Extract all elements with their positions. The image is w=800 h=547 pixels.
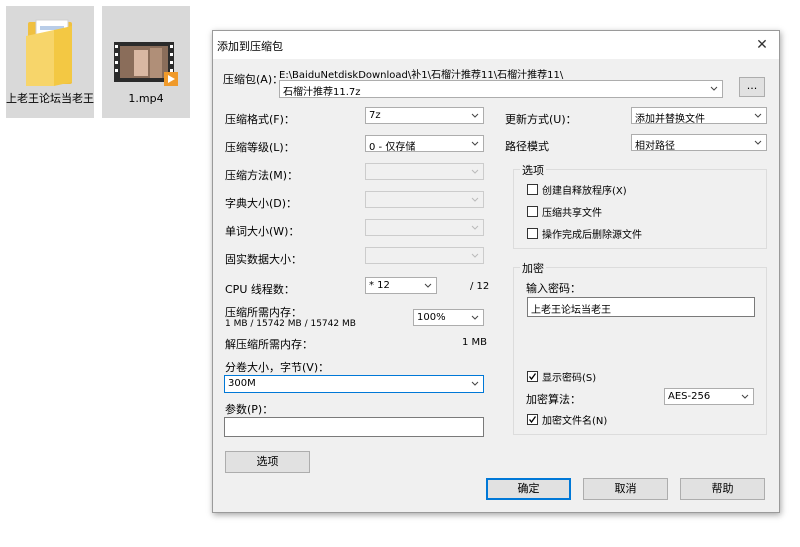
memory-usage-value: 100%	[417, 312, 446, 323]
desktop-folder-item[interactable]: 上老王论坛当老王	[6, 6, 94, 118]
folder-icon	[26, 19, 72, 86]
show-password-label: 显示密码(S)	[542, 373, 597, 384]
path-mode-label: 路径模式	[505, 140, 549, 153]
encryption-method-combo[interactable]: AES-256	[664, 388, 754, 405]
level-value: 0 - 仅存储	[369, 142, 416, 153]
dictionary-label: 字典大小(D)：	[225, 197, 298, 210]
encrypt-names-checkbox[interactable]	[527, 414, 538, 425]
password-input[interactable]: 上老王论坛当老王	[527, 297, 755, 317]
level-label: 压缩等级(L)：	[225, 141, 295, 154]
options-button[interactable]: 选项	[225, 451, 310, 473]
checkmark-icon	[528, 373, 537, 381]
show-password-checkbox[interactable]	[527, 371, 538, 382]
word-size-label: 单词大小(W)：	[225, 225, 300, 238]
chevron-down-icon	[708, 83, 720, 95]
update-mode-value: 添加并替换文件	[635, 114, 705, 125]
chevron-down-icon	[469, 166, 481, 178]
delete-after-label: 操作完成后删除源文件	[542, 230, 642, 241]
method-label: 压缩方法(M)：	[225, 169, 299, 182]
shared-files-label: 压缩共享文件	[542, 208, 602, 219]
chevron-down-icon	[469, 312, 481, 324]
help-button[interactable]: 帮助	[680, 478, 765, 500]
format-value: 7z	[369, 110, 381, 121]
title-bar: 添加到压缩包 ✕	[213, 31, 779, 59]
chevron-down-icon	[752, 110, 764, 122]
parameters-label: 参数(P)：	[225, 403, 274, 416]
desktop-video-item[interactable]: 1.mp4	[102, 6, 190, 118]
sfx-label: 创建自释放程序(X)	[542, 186, 627, 197]
close-button[interactable]: ✕	[745, 31, 779, 59]
add-to-archive-dialog: 添加到压缩包 ✕ 压缩包(A)： E:\BaiduNetdiskDownload…	[212, 30, 780, 513]
options-group: 选项 创建自释放程序(X) 压缩共享文件 操作完成后删除源文件	[513, 162, 767, 249]
chevron-down-icon	[469, 378, 481, 390]
memory-detail: 1 MB / 15742 MB / 15742 MB	[225, 319, 356, 329]
checkmark-icon	[528, 416, 537, 424]
archive-path-text: E:\BaiduNetdiskDownload\补1\石榴汁推荐11\石榴汁推荐…	[279, 70, 564, 81]
format-combo[interactable]: 7z	[365, 107, 484, 124]
delete-after-checkbox[interactable]	[527, 228, 538, 239]
chevron-down-icon	[739, 391, 751, 403]
update-mode-combo[interactable]: 添加并替换文件	[631, 107, 767, 125]
archive-name-combo[interactable]: 石榴汁推荐11.7z	[279, 80, 723, 98]
cpu-threads-label: CPU 线程数：	[225, 283, 295, 296]
memory-usage-combo[interactable]: 100%	[413, 309, 484, 326]
format-label: 压缩格式(F)：	[225, 113, 295, 126]
path-mode-value: 相对路径	[635, 141, 675, 152]
solid-size-combo[interactable]	[365, 247, 484, 264]
cpu-threads-total: / 12	[470, 281, 490, 292]
chevron-down-icon	[469, 194, 481, 206]
folder-label: 上老王论坛当老王	[6, 92, 94, 105]
dialog-title: 添加到压缩包	[217, 40, 283, 53]
chevron-down-icon	[469, 138, 481, 150]
sfx-checkbox[interactable]	[527, 184, 538, 195]
encryption-method-label: 加密算法：	[526, 393, 581, 406]
volume-size-combo[interactable]: 300M	[224, 375, 484, 393]
path-mode-combo[interactable]: 相对路径	[631, 134, 767, 152]
cpu-threads-combo[interactable]: * 12	[365, 277, 437, 294]
chevron-down-icon	[752, 137, 764, 149]
parameters-input[interactable]	[224, 417, 484, 437]
encryption-method-value: AES-256	[668, 391, 711, 402]
memory-label: 压缩所需内存：	[225, 306, 302, 319]
encryption-group: 加密 输入密码： 上老王论坛当老王 显示密码(S) 加密算法： AES-256 …	[513, 260, 767, 435]
volume-size-label: 分卷大小，字节(V)：	[225, 361, 330, 374]
chevron-down-icon	[469, 110, 481, 122]
chevron-down-icon	[422, 280, 434, 292]
ok-button[interactable]: 确定	[486, 478, 571, 500]
chevron-down-icon	[469, 250, 481, 262]
chevron-down-icon	[469, 222, 481, 234]
shared-files-checkbox[interactable]	[527, 206, 538, 217]
level-combo[interactable]: 0 - 仅存储	[365, 135, 484, 153]
options-group-title: 选项	[520, 162, 546, 178]
archive-name-value: 石榴汁推荐11.7z	[283, 87, 361, 98]
archive-label: 压缩包(A)：	[223, 73, 284, 86]
video-label: 1.mp4	[128, 92, 164, 105]
encrypt-names-label: 加密文件名(N)	[542, 416, 608, 427]
encryption-group-title: 加密	[520, 260, 546, 276]
word-size-combo[interactable]	[365, 219, 484, 236]
browse-button[interactable]: ...	[739, 77, 765, 97]
password-label: 输入密码：	[526, 282, 581, 295]
method-combo[interactable]	[365, 163, 484, 180]
update-mode-label: 更新方式(U)：	[505, 113, 577, 126]
dictionary-combo[interactable]	[365, 191, 484, 208]
password-value: 上老王论坛当老王	[531, 305, 611, 316]
decompress-memory-label: 解压缩所需内存：	[225, 338, 313, 351]
volume-size-value: 300M	[228, 378, 256, 389]
decompress-memory-value: 1 MB	[462, 337, 488, 348]
solid-size-label: 固实数据大小：	[225, 253, 302, 266]
video-thumbnail-icon	[114, 42, 178, 86]
cpu-threads-value: * 12	[369, 280, 390, 291]
cancel-button[interactable]: 取消	[583, 478, 668, 500]
